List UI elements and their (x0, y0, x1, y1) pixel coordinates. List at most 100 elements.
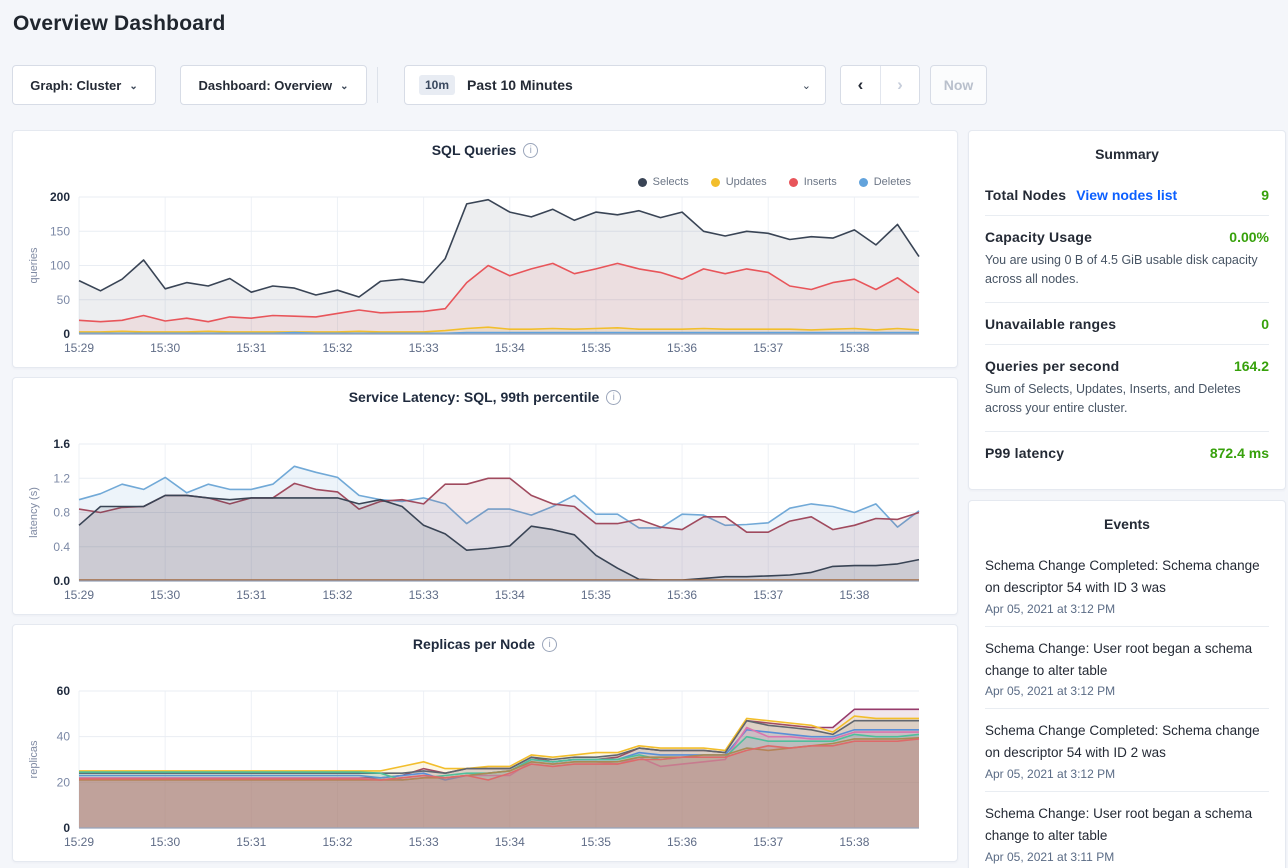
svg-text:15:37: 15:37 (753, 588, 783, 602)
summary-row: Total Nodes View nodes list 9 (985, 174, 1269, 215)
svg-text:0.4: 0.4 (53, 540, 70, 554)
svg-text:1.2: 1.2 (53, 471, 70, 485)
service-latency-chart-card: Service Latency: SQL, 99th percentile i … (12, 377, 958, 615)
page-title: Overview Dashboard (13, 12, 226, 36)
event-timestamp: Apr 05, 2021 at 3:12 PM (985, 684, 1269, 698)
sql-queries-chart-card: SQL Queries i SelectsUpdatesInsertsDelet… (12, 130, 958, 368)
overview-dashboard-page: Overview Dashboard Graph: Cluster ⌄ Dash… (0, 0, 1288, 868)
summary-metric-value: 0.00% (1229, 229, 1269, 245)
summary-row: Queries per second 164.2 Sum of Selects, U… (985, 344, 1269, 431)
info-icon[interactable]: i (542, 637, 557, 652)
chevron-down-icon: ⌄ (340, 81, 348, 92)
svg-text:15:30: 15:30 (150, 835, 180, 849)
svg-text:15:29: 15:29 (64, 588, 94, 602)
events-list: Schema Change Completed: Schema change o… (985, 544, 1269, 868)
chart-title: SQL Queries (432, 142, 517, 158)
chevron-right-icon: › (897, 75, 903, 95)
event-timestamp: Apr 05, 2021 at 3:11 PM (985, 850, 1269, 864)
svg-text:15:34: 15:34 (495, 341, 525, 355)
svg-text:15:29: 15:29 (64, 835, 94, 849)
svg-text:15:32: 15:32 (322, 835, 352, 849)
summary-metric-value: 164.2 (1234, 358, 1269, 374)
view-nodes-list-link[interactable]: View nodes list (1076, 187, 1177, 203)
time-range-badge: 10m (419, 75, 455, 95)
summary-metric-label: Unavailable ranges (985, 316, 1116, 332)
svg-text:60: 60 (57, 684, 71, 698)
chevron-down-icon: ⌄ (129, 81, 137, 92)
time-range-selector[interactable]: 10m Past 10 Minutes ⌄ (404, 65, 826, 105)
svg-text:150: 150 (50, 224, 70, 238)
svg-text:15:37: 15:37 (753, 341, 783, 355)
summary-metric-description: You are using 0 B of 4.5 GiB usable disk… (985, 251, 1269, 290)
graph-dropdown[interactable]: Graph: Cluster ⌄ (12, 65, 156, 105)
replicas-per-node-chart-card: Replicas per Node i 020406015:2915:3015:… (12, 624, 958, 862)
svg-text:15:36: 15:36 (667, 588, 697, 602)
event-text: Schema Change: User root began a schema … (985, 638, 1269, 682)
summary-metric-value: 872.4 ms (1210, 445, 1269, 461)
svg-text:15:35: 15:35 (581, 588, 611, 602)
summary-metric-label: Capacity Usage (985, 229, 1092, 245)
svg-text:50: 50 (57, 293, 71, 307)
svg-text:100: 100 (50, 259, 70, 273)
summary-metric-value: 9 (1261, 187, 1269, 203)
event-timestamp: Apr 05, 2021 at 3:12 PM (985, 767, 1269, 781)
service-latency-chart: 0.00.40.81.21.615:2915:3015:3115:3215:33… (13, 428, 959, 613)
summary-title: Summary (985, 131, 1269, 174)
summary-rows: Total Nodes View nodes list 9 Capacity Usag… (985, 174, 1269, 473)
now-button[interactable]: Now (930, 65, 987, 105)
summary-metric-value: 0 (1261, 316, 1269, 332)
summary-panel: Summary Total Nodes View nodes list 9 Capac… (968, 130, 1286, 490)
svg-text:15:38: 15:38 (839, 341, 869, 355)
svg-text:queries: queries (28, 247, 40, 284)
svg-text:15:30: 15:30 (150, 341, 180, 355)
svg-text:15:38: 15:38 (839, 835, 869, 849)
toolbar: Graph: Cluster ⌄ Dashboard: Overview ⌄ 1… (12, 65, 987, 105)
info-icon[interactable]: i (606, 390, 621, 405)
time-back-button[interactable]: ‹ (841, 66, 880, 104)
svg-text:15:32: 15:32 (322, 341, 352, 355)
svg-text:0.0: 0.0 (53, 574, 70, 588)
event-item[interactable]: Schema Change Completed: Schema change o… (985, 708, 1269, 791)
event-text: Schema Change Completed: Schema change o… (985, 720, 1269, 764)
time-nav-arrows: ‹ › (840, 65, 920, 105)
svg-text:15:34: 15:34 (495, 588, 525, 602)
event-text: Schema Change Completed: Schema change o… (985, 555, 1269, 599)
events-title: Events (985, 501, 1269, 544)
event-timestamp: Apr 05, 2021 at 3:12 PM (985, 602, 1269, 616)
svg-text:15:30: 15:30 (150, 588, 180, 602)
summary-row: Unavailable ranges 0 (985, 302, 1269, 344)
svg-text:replicas: replicas (28, 740, 40, 778)
summary-metric-description: Sum of Selects, Updates, Inserts, and De… (985, 380, 1269, 419)
chevron-left-icon: ‹ (858, 75, 864, 95)
svg-text:15:31: 15:31 (236, 835, 266, 849)
graph-dropdown-label: Graph: Cluster (30, 78, 121, 93)
chart-title: Service Latency: SQL, 99th percentile (349, 389, 600, 405)
chevron-down-icon: ⌄ (802, 79, 811, 92)
svg-text:15:35: 15:35 (581, 835, 611, 849)
svg-text:15:36: 15:36 (667, 341, 697, 355)
svg-text:40: 40 (57, 730, 71, 744)
event-item[interactable]: Schema Change: User root began a schema … (985, 791, 1269, 868)
svg-text:0.8: 0.8 (53, 506, 70, 520)
svg-text:latency (s): latency (s) (28, 487, 40, 538)
svg-text:15:34: 15:34 (495, 835, 525, 849)
event-text: Schema Change: User root began a schema … (985, 803, 1269, 847)
summary-metric-label: Total Nodes (985, 187, 1066, 203)
svg-text:15:29: 15:29 (64, 341, 94, 355)
svg-text:15:36: 15:36 (667, 835, 697, 849)
event-item[interactable]: Schema Change: User root began a schema … (985, 626, 1269, 709)
summary-metric-label: Queries per second (985, 358, 1119, 374)
svg-text:200: 200 (50, 190, 70, 204)
svg-text:15:33: 15:33 (409, 835, 439, 849)
info-icon[interactable]: i (523, 143, 538, 158)
svg-text:0: 0 (63, 821, 70, 835)
svg-text:15:37: 15:37 (753, 835, 783, 849)
dashboard-dropdown[interactable]: Dashboard: Overview ⌄ (180, 65, 367, 105)
svg-text:15:35: 15:35 (581, 341, 611, 355)
event-item[interactable]: Schema Change Completed: Schema change o… (985, 544, 1269, 626)
svg-text:15:33: 15:33 (409, 341, 439, 355)
time-forward-button[interactable]: › (880, 66, 919, 104)
sql-queries-chart: 05010015020015:2915:3015:3115:3215:3315:… (13, 181, 959, 366)
svg-text:20: 20 (57, 775, 71, 789)
svg-text:1.6: 1.6 (53, 437, 70, 451)
